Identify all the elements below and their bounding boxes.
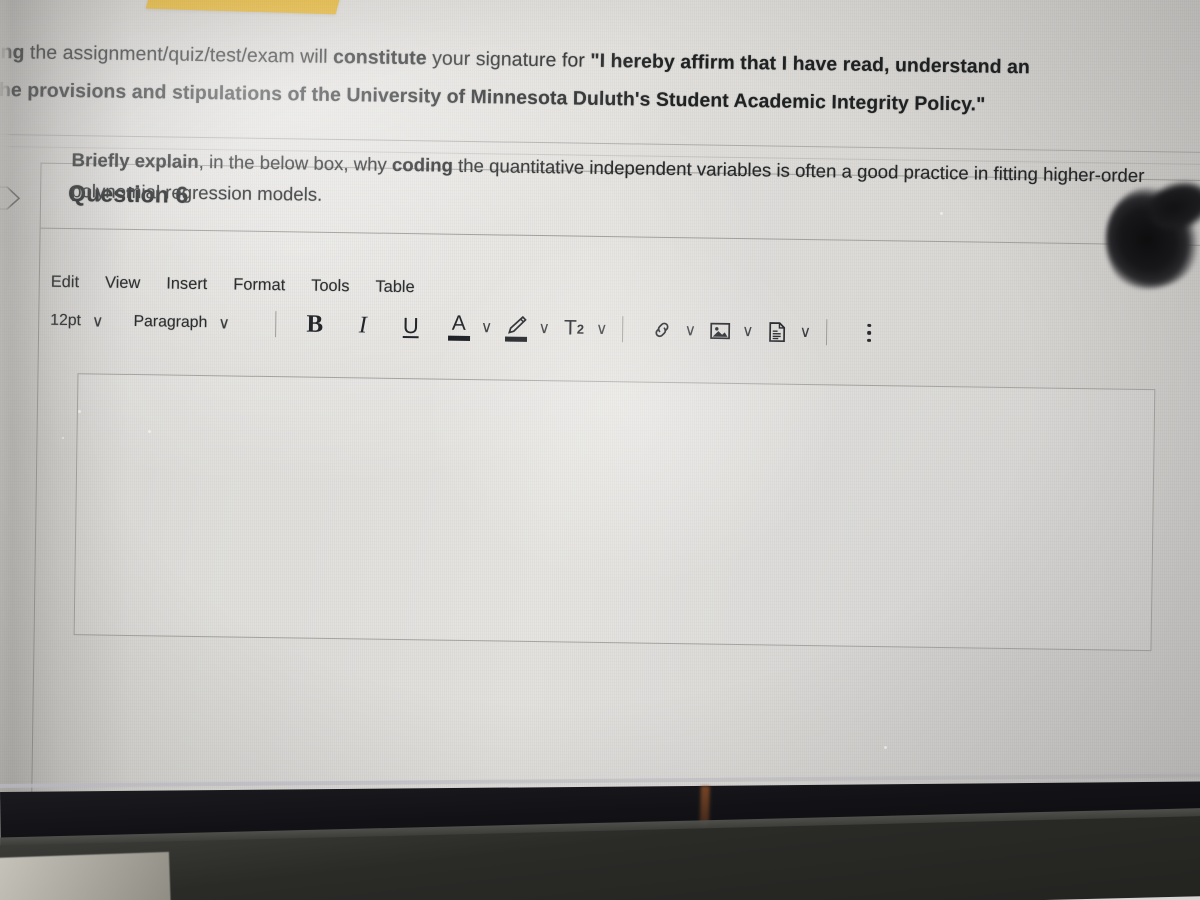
link-icon <box>655 322 669 338</box>
answer-textarea[interactable] <box>73 373 1156 652</box>
kebab-more-icon[interactable] <box>858 318 880 348</box>
document-button[interactable] <box>764 316 790 346</box>
text-color-group[interactable]: A ∨ <box>435 311 493 342</box>
affirm-text-a: the assignment/quiz/test/exam will <box>24 41 334 68</box>
toolbar-separator-1 <box>274 311 277 338</box>
menu-insert[interactable]: Insert <box>166 274 207 294</box>
superscript-group[interactable]: T2 ∨ <box>550 313 608 344</box>
affirm-text-b: your signature for <box>426 47 591 72</box>
underline-button[interactable]: U <box>398 311 424 341</box>
superscript-exponent: 2 <box>576 321 585 337</box>
text-color-button[interactable]: A <box>446 311 472 342</box>
image-icon <box>710 322 731 340</box>
menu-edit[interactable]: Edit <box>51 272 80 291</box>
insert-image-group[interactable]: ∨ <box>696 315 754 346</box>
chevron-down-icon[interactable]: ∨ <box>684 320 696 340</box>
chevron-down-icon[interactable]: ∨ <box>538 318 550 338</box>
highlight-color-swatch <box>505 336 528 342</box>
chevron-down-icon[interactable]: ∨ <box>481 317 493 337</box>
chevron-down-icon[interactable]: ∨ <box>742 321 754 341</box>
italic-button[interactable]: I <box>350 310 376 340</box>
toolbar-separator-2 <box>622 316 624 343</box>
screen-content-layer: omitting the assignment/quiz/test/exam w… <box>0 0 1200 821</box>
menu-table[interactable]: Table <box>375 277 414 297</box>
paragraph-style-select[interactable]: Paragraph ∨ <box>133 312 230 333</box>
toolbar-separator-3 <box>825 319 828 346</box>
academic-integrity-affirmation: omitting the assignment/quiz/test/exam w… <box>0 32 1200 128</box>
paragraph-style-value: Paragraph <box>133 313 208 332</box>
menu-tools[interactable]: Tools <box>311 276 350 296</box>
highlight-color-group[interactable]: ∨ <box>492 312 550 343</box>
answer-textarea-input[interactable] <box>75 374 1155 650</box>
photo-of-monitor: omitting the assignment/quiz/test/exam w… <box>0 0 1200 900</box>
text-color-letter: A <box>451 311 467 335</box>
font-size-select[interactable]: 12pt ∨ <box>50 311 104 332</box>
insert-link-group[interactable]: ∨ <box>638 315 696 346</box>
prompt-bold-coding: coding <box>391 153 454 176</box>
prompt-bold-lead: Briefly explain <box>71 149 199 172</box>
text-color-swatch <box>447 335 470 341</box>
affirm-quote-start: "I hereby affirm that I have read, under… <box>590 49 1031 79</box>
insert-document-group[interactable]: ∨ <box>753 316 811 347</box>
link-button[interactable] <box>649 315 675 345</box>
top-yellow-banner <box>145 0 345 15</box>
chevron-down-icon: ∨ <box>218 315 231 333</box>
highlight-button[interactable] <box>503 313 529 343</box>
chevron-down-icon: ∨ <box>91 313 104 331</box>
superscript-base: T <box>563 316 577 340</box>
affirm-word-constitute: constitute <box>332 45 427 70</box>
desk-corner-object <box>0 851 171 900</box>
screen-left-edge-glow <box>0 0 12 800</box>
bold-button[interactable]: B <box>302 310 328 340</box>
rich-text-editor: Edit View Insert Format Tools Table 12pt… <box>35 266 1156 361</box>
image-button[interactable] <box>707 316 733 346</box>
superscript-button[interactable]: T2 <box>561 313 587 343</box>
prompt-part-1: , in the below box, why <box>198 150 393 175</box>
pen-icon <box>508 315 527 334</box>
document-icon <box>769 321 786 342</box>
menu-format[interactable]: Format <box>233 275 285 295</box>
chevron-down-icon[interactable]: ∨ <box>596 319 608 339</box>
font-size-value: 12pt <box>50 311 82 330</box>
menu-view[interactable]: View <box>105 273 140 293</box>
chevron-down-icon[interactable]: ∨ <box>799 322 811 342</box>
affirm-line2: cept the provisions and stipulations of … <box>0 78 986 116</box>
